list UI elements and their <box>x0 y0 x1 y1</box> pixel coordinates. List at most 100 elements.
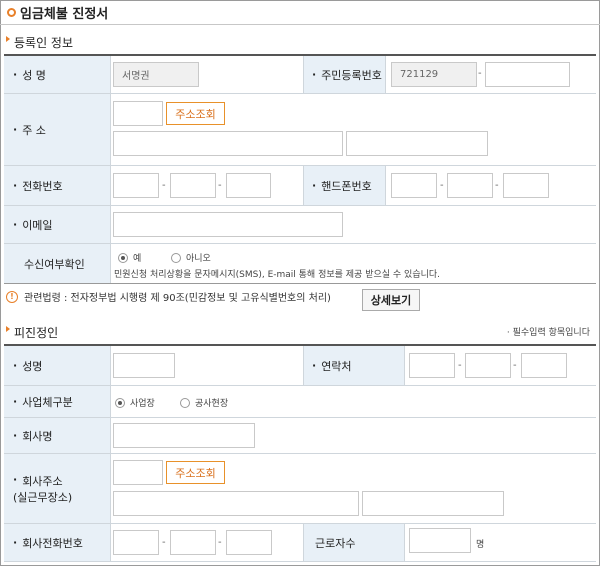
contact-separator: - <box>513 360 517 371</box>
divider <box>110 524 111 561</box>
email-label: 이메일 <box>4 206 110 243</box>
mobile-field-3[interactable] <box>503 173 549 198</box>
company-address-label-line1: · 회사주소 <box>13 472 63 488</box>
consent-notice: 민원신청 처리상황을 문자메시지(SMS), E-mail 통해 정보를 제공 … <box>114 270 441 280</box>
company-name-field[interactable] <box>113 423 255 448</box>
business-option-1-label: 사업장 <box>130 399 155 409</box>
radio-selected-icon <box>118 252 128 263</box>
section-triangle-icon <box>6 326 10 332</box>
company-postcode-field[interactable] <box>113 460 163 485</box>
rrn-separator: - <box>478 68 482 79</box>
divider <box>110 206 111 243</box>
mobile-field-1[interactable] <box>391 173 437 198</box>
section-registrant-title: 등록인 정보 <box>14 35 74 50</box>
company-phone-label: 회사전화번호 <box>4 524 110 561</box>
phone-field-1[interactable] <box>113 173 159 198</box>
resp-contact-label: 연락처 <box>303 346 404 385</box>
divider <box>303 56 304 93</box>
radio-empty-icon <box>180 397 190 408</box>
mobile-separator: - <box>440 180 444 191</box>
detail-view-button[interactable]: 상세보기 <box>362 289 420 311</box>
divider <box>110 244 111 283</box>
rrn-front-field[interactable]: 721129 <box>391 62 477 87</box>
radio-selected-icon <box>115 397 125 408</box>
company-phone-field-2[interactable] <box>170 530 216 555</box>
divider <box>385 166 386 205</box>
address-line2-field[interactable] <box>346 131 488 156</box>
rrn-label: 주민등록번호 <box>303 56 385 93</box>
consent-yes-radio[interactable]: 예 <box>118 251 141 264</box>
divider <box>110 56 111 93</box>
address-line1-field[interactable] <box>113 131 343 156</box>
divider <box>110 386 111 417</box>
company-address-line1-field[interactable] <box>113 491 359 516</box>
section-respondent-title: 피진정인 <box>14 325 59 340</box>
required-note: · 필수입력 항목입니다 <box>506 328 590 338</box>
section-registrant: 등록인 정보 <box>6 33 73 51</box>
company-phone-field-1[interactable] <box>113 530 159 555</box>
email-field[interactable] <box>113 212 343 237</box>
divider <box>303 524 304 561</box>
divider <box>110 166 111 205</box>
section-triangle-icon <box>6 36 10 42</box>
law-text: 관련법령 : 전자정부법 시행령 제 90조(민감정보 및 고유식별번호의 처리… <box>24 293 331 304</box>
resp-name-field[interactable] <box>113 353 175 378</box>
radio-empty-icon <box>171 252 181 263</box>
row-company: 회사명 <box>4 418 596 454</box>
page-title: 임금체불 진정서 <box>7 3 109 22</box>
divider <box>110 418 111 453</box>
name-field[interactable]: 서명권 <box>113 62 199 87</box>
company-phone-separator: - <box>218 537 222 548</box>
divider <box>303 346 304 385</box>
company-phone-field-3[interactable] <box>226 530 272 555</box>
workers-count-field[interactable] <box>409 528 471 553</box>
company-address-search-button[interactable]: 주소조회 <box>166 461 225 484</box>
row-business-type: 사업체구분 <box>4 386 596 418</box>
rrn-back-field[interactable] <box>485 62 570 87</box>
resp-contact-field-3[interactable] <box>521 353 567 378</box>
section-respondent: 피진정인 <box>6 323 58 341</box>
company-address-line2-field[interactable] <box>362 491 504 516</box>
contact-separator: - <box>458 360 462 371</box>
phone-separator: - <box>218 180 222 191</box>
law-notice: ! 관련법령 : 전자정부법 시행령 제 90조(민감정보 및 고유식별번호의 … <box>6 289 331 304</box>
address-search-button[interactable]: 주소조회 <box>166 102 225 125</box>
phone-field-3[interactable] <box>226 173 271 198</box>
consent-label: 수신여부확인 <box>4 244 110 283</box>
divider <box>404 346 405 385</box>
consent-yes-label: 예 <box>133 254 142 264</box>
title-bullet-icon <box>7 7 16 17</box>
business-option-2-radio[interactable]: 공사현장 <box>180 396 228 409</box>
divider <box>404 524 405 561</box>
phone-field-2[interactable] <box>170 173 216 198</box>
divider <box>385 56 386 93</box>
divider <box>110 94 111 165</box>
postcode-field[interactable] <box>113 101 163 126</box>
phone-label: 전화번호 <box>4 166 110 205</box>
company-label: 회사명 <box>4 418 110 453</box>
divider <box>303 166 304 205</box>
workers-label: 근로자수 <box>303 524 404 561</box>
business-option-1-radio[interactable]: 사업장 <box>115 396 155 409</box>
address-label: 주 소 <box>4 94 110 165</box>
company-address-label-line2: (실근무장소) <box>13 490 73 504</box>
consent-no-radio[interactable]: 아니오 <box>171 251 211 264</box>
exclamation-icon: ! <box>6 290 18 303</box>
mobile-field-2[interactable] <box>447 173 493 198</box>
row-company-phone: 회사전화번호 근로자수 <box>4 524 596 562</box>
title-divider <box>0 24 600 25</box>
mobile-separator: - <box>495 180 499 191</box>
page-title-text: 임금체불 진정서 <box>20 6 109 22</box>
phone-separator: - <box>162 180 166 191</box>
consent-no-label: 아니오 <box>186 254 211 264</box>
resp-contact-field-2[interactable] <box>465 353 511 378</box>
resp-contact-field-1[interactable] <box>409 353 455 378</box>
divider <box>110 346 111 385</box>
business-type-label: 사업체구분 <box>4 386 110 417</box>
resp-name-label: 성명 <box>4 346 110 385</box>
divider <box>110 454 111 523</box>
workers-unit: 명 <box>476 540 485 550</box>
name-label: 성 명 <box>4 56 110 93</box>
mobile-label: 핸드폰번호 <box>303 166 385 205</box>
company-address-label: · 회사주소 (실근무장소) <box>4 454 110 523</box>
